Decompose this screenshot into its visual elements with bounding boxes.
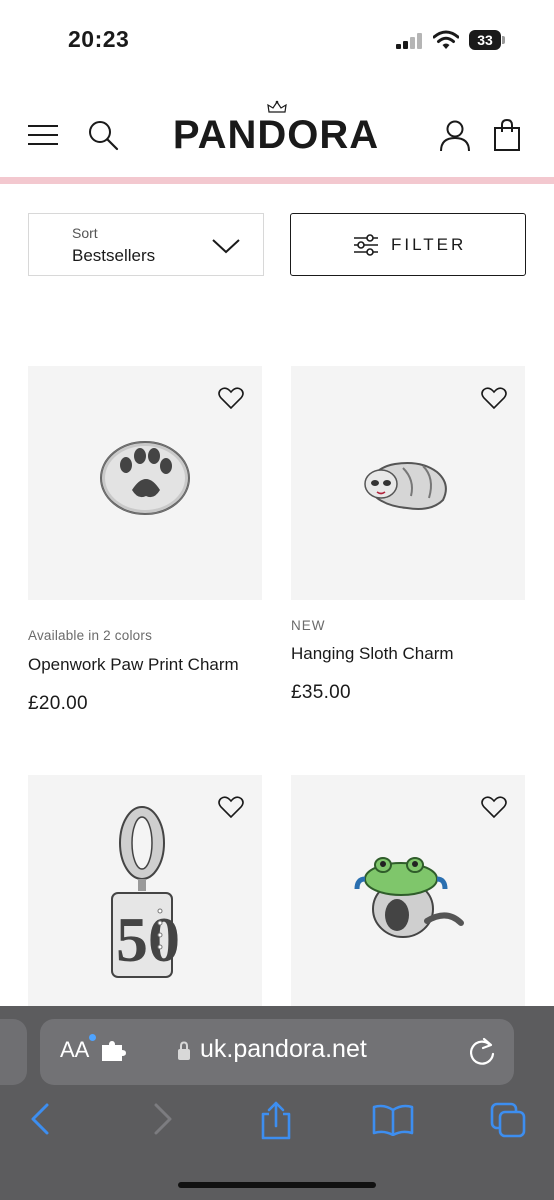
extension-puzzle-icon[interactable] [100,1040,126,1062]
reader-settings-button[interactable]: AA [60,1037,89,1063]
home-indicator [178,1182,376,1188]
paw-print-charm-icon [100,441,190,515]
address-bar[interactable]: AA uk.pandora.net [40,1019,514,1085]
filter-label: FILTER [391,235,467,254]
status-time: 20:23 [68,26,130,52]
battery-level: 33 [469,30,501,50]
product-price: £35.00 [291,682,351,703]
heart-icon[interactable] [481,386,507,410]
product-image-sloth-charm[interactable] [291,366,525,600]
heart-icon[interactable] [218,795,244,819]
header-divider [0,177,554,184]
cellular-signal-icon [396,33,426,49]
wifi-icon [433,30,459,49]
product-image-paw-print-charm[interactable] [28,366,262,600]
filter-sliders-icon [354,234,378,256]
sort-value: Bestsellers [72,246,156,265]
previous-tab-preview[interactable] [0,1019,27,1085]
bookmarks-icon[interactable] [372,1104,414,1136]
chevron-down-icon [212,239,240,254]
account-icon[interactable] [438,118,472,152]
product-badge-new: NEW [291,618,326,633]
product-image-number-50-dangle-charm[interactable]: 50 [28,775,262,1009]
product-name[interactable]: Hanging Sloth Charm [291,644,454,664]
battery-icon: 33 [469,30,505,50]
product-image-frog-charm[interactable] [291,775,525,1009]
sort-label: Sort [72,225,98,241]
search-icon[interactable] [86,118,120,152]
share-icon[interactable] [258,1100,294,1140]
brand-logo[interactable]: PANDORA [160,110,392,160]
product-subtitle: Available in 2 colors [28,628,153,643]
sloth-charm-icon [364,462,447,510]
back-arrow-icon[interactable] [27,1102,55,1136]
lock-icon [178,1041,190,1060]
shopping-bag-icon[interactable] [492,118,522,152]
url-text[interactable]: uk.pandora.net [200,1035,367,1064]
tabs-icon[interactable] [490,1102,526,1138]
filter-button[interactable]: FILTER [290,213,526,276]
forward-arrow-icon [154,1103,172,1135]
extension-indicator-dot [89,1034,96,1041]
heart-icon[interactable] [218,386,244,410]
frog-charm-icon [354,857,464,938]
product-name[interactable]: Openwork Paw Print Charm [28,655,239,675]
reload-icon[interactable] [468,1037,496,1067]
number-50-dangle-charm-icon: 50 [111,806,180,978]
hamburger-menu-icon[interactable] [28,123,60,147]
product-price: £20.00 [28,693,88,714]
sort-dropdown[interactable]: Sort Bestsellers [28,213,264,276]
heart-icon[interactable] [481,795,507,819]
svg-text:50: 50 [116,904,180,975]
